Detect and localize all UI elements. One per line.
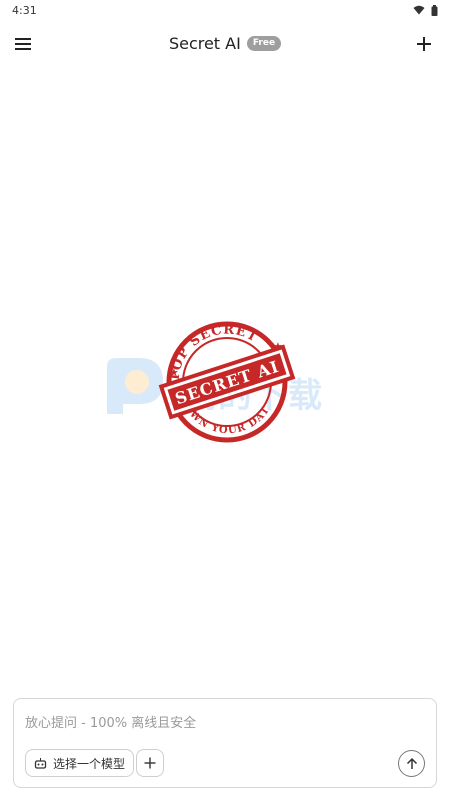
select-model-button[interactable]: 选择一个模型 [25, 749, 135, 777]
app-bar: Secret AI Free [0, 26, 450, 62]
wifi-icon [413, 5, 425, 15]
star-icon: ★ [169, 366, 179, 379]
message-input[interactable]: 放心提问 - 100% 离线且安全 [25, 712, 196, 731]
logo-area: 高的下载 TOP SECRET OWN YOUR DATA SECRET AI … [95, 318, 355, 446]
plus-icon [144, 757, 156, 769]
title-group: Secret AI Free [0, 34, 450, 53]
status-time: 4:31 [12, 3, 37, 17]
plus-icon [417, 37, 431, 51]
arrow-up-icon [406, 757, 417, 769]
message-composer[interactable]: 放心提问 - 100% 离线且安全 选择一个模型 [13, 698, 437, 788]
battery-icon [431, 4, 438, 16]
send-button[interactable] [398, 750, 425, 777]
status-icons [413, 4, 438, 16]
robot-icon [34, 757, 47, 769]
new-chat-button[interactable] [412, 32, 436, 56]
star-icon: ★ [273, 340, 283, 353]
status-bar: 4:31 [0, 0, 450, 20]
attach-button[interactable] [136, 749, 164, 777]
app-title: Secret AI [168, 34, 241, 53]
secret-ai-stamp-logo: TOP SECRET OWN YOUR DATA SECRET AI ★ ★ [157, 318, 296, 443]
plan-badge: Free [246, 36, 282, 51]
select-model-label: 选择一个模型 [53, 756, 126, 771]
